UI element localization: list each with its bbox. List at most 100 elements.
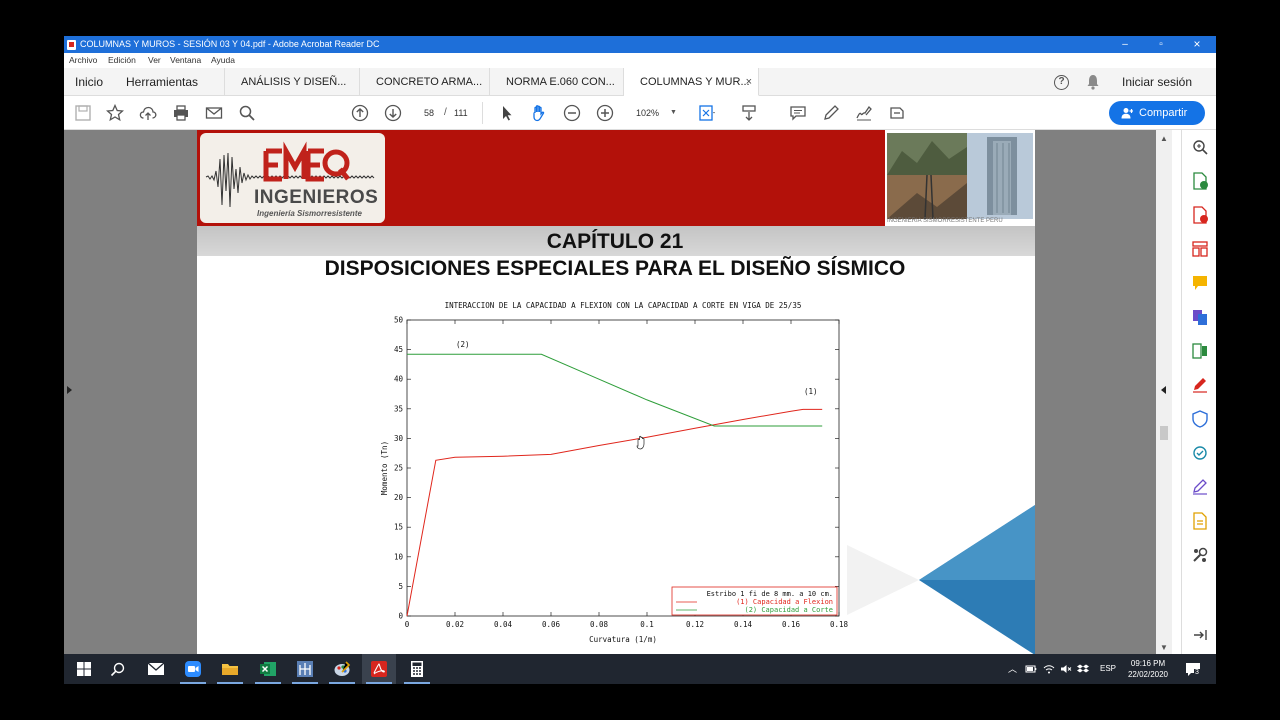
- tab-document-active[interactable]: COLUMNAS Y MUR... ×: [624, 68, 759, 96]
- tab-home[interactable]: Inicio: [75, 68, 103, 96]
- sign-request-icon[interactable]: [1191, 478, 1209, 496]
- tab-close-icon[interactable]: ×: [746, 68, 752, 95]
- tab-document[interactable]: ANÁLISIS Y DISEÑ...: [224, 68, 360, 96]
- clock-date: 22/02/2020: [1127, 670, 1169, 679]
- file-explorer-icon[interactable]: [221, 660, 239, 678]
- windows-start-icon[interactable]: [75, 660, 93, 678]
- save-icon[interactable]: [74, 104, 92, 122]
- series-line-flexion: [406, 408, 823, 617]
- zoom-in-icon[interactable]: [596, 104, 614, 122]
- zoom-app-icon[interactable]: [184, 660, 202, 678]
- excel-icon[interactable]: [259, 660, 277, 678]
- calculator-icon[interactable]: [408, 660, 426, 678]
- search-icon[interactable]: [238, 104, 256, 122]
- fill-sign-icon[interactable]: [1191, 376, 1209, 394]
- acrobat-window: COLUMNAS Y MUROS - SESIÓN 03 Y 04.pdf - …: [64, 36, 1216, 684]
- paint-app-icon[interactable]: [333, 660, 351, 678]
- star-icon[interactable]: [106, 104, 124, 122]
- menu-archivo[interactable]: Archivo: [69, 55, 97, 65]
- sap2000-icon[interactable]: [296, 660, 314, 678]
- previous-page-icon[interactable]: [351, 104, 369, 122]
- combine-files-icon[interactable]: [1191, 308, 1209, 326]
- volume-muted-icon[interactable]: [1060, 663, 1072, 675]
- more-tools-icon[interactable]: [1191, 546, 1209, 564]
- send-for-review-icon[interactable]: [1191, 444, 1209, 462]
- battery-icon[interactable]: [1025, 663, 1037, 675]
- vertical-scrollbar[interactable]: ▲ ▼: [1156, 130, 1172, 654]
- menu-ayuda[interactable]: Ayuda: [211, 55, 235, 65]
- collapse-right-panel-icon[interactable]: [1161, 386, 1166, 394]
- active-app-indicator: [366, 682, 392, 684]
- header-photo: INGENIERIA SISMORRESISTENTE PERU: [885, 130, 1035, 226]
- tray-chevron-up-icon[interactable]: ︿: [1008, 654, 1017, 684]
- menu-edicion[interactable]: Edición: [108, 55, 136, 65]
- prepare-form-icon[interactable]: [1191, 512, 1209, 530]
- menu-bar: Archivo Edición Ver Ventana Ayuda: [64, 53, 1216, 68]
- print-icon[interactable]: [172, 104, 190, 122]
- scroll-up-icon[interactable]: ▲: [1160, 134, 1168, 143]
- zoom-search-icon[interactable]: [1191, 138, 1209, 156]
- next-page-icon[interactable]: [384, 104, 402, 122]
- scroll-mode-icon[interactable]: [740, 104, 758, 122]
- page-number-input[interactable]: 58: [415, 105, 443, 121]
- annotation-series-2: (2): [456, 340, 470, 349]
- bell-icon[interactable]: [1086, 74, 1100, 90]
- maximize-button[interactable]: ▫: [1144, 36, 1178, 53]
- chapter-subtitle: DISPOSICIONES ESPECIALES PARA EL DISEÑO …: [324, 257, 906, 280]
- y-tick-label: 30: [394, 434, 404, 443]
- menu-ventana[interactable]: Ventana: [170, 55, 201, 65]
- collapse-panel-icon[interactable]: [1191, 626, 1209, 644]
- organize-pages-icon[interactable]: [1191, 342, 1209, 360]
- y-tick-label: 20: [394, 493, 404, 502]
- wifi-icon[interactable]: [1043, 663, 1055, 675]
- photo-caption: INGENIERIA SISMORRESISTENTE PERU: [887, 218, 1003, 224]
- y-tick-label: 40: [394, 375, 404, 384]
- scroll-down-icon[interactable]: ▼: [1160, 643, 1168, 652]
- edit-pdf-icon[interactable]: [1191, 240, 1209, 258]
- x-tick-label: 0.04: [494, 620, 513, 629]
- signin-link[interactable]: Iniciar sesión: [1122, 68, 1192, 96]
- tab-document[interactable]: NORMA E.060 CON...: [490, 68, 624, 96]
- chapter-heading: CAPÍTULO 21: [546, 230, 684, 253]
- chart-title: INTERACCION DE LA CAPACIDAD A FLEXION CO…: [445, 301, 802, 310]
- mail-app-icon[interactable]: [147, 660, 165, 678]
- zoom-out-icon[interactable]: [563, 104, 581, 122]
- system-clock[interactable]: 09:16 PM 22/02/2020: [1122, 658, 1174, 680]
- acrobat-taskbar-button[interactable]: [362, 654, 396, 684]
- tab-document[interactable]: CONCRETO ARMA...: [360, 68, 490, 96]
- email-icon[interactable]: [205, 104, 223, 122]
- create-pdf-icon[interactable]: [1191, 206, 1209, 224]
- scroll-thumb[interactable]: [1160, 426, 1168, 440]
- protect-shield-icon[interactable]: [1191, 410, 1209, 428]
- toolbar-divider: [482, 102, 483, 124]
- select-cursor-icon[interactable]: [498, 104, 516, 122]
- acrobat-app-icon: [67, 40, 76, 50]
- expand-left-panel-icon[interactable]: [67, 386, 72, 394]
- legend-entry-flexion: (1) Capacidad a Flexion: [736, 598, 833, 606]
- export-pdf-icon[interactable]: [1191, 172, 1209, 190]
- tab-tools[interactable]: Herramientas: [126, 68, 198, 96]
- redact-icon[interactable]: [888, 104, 906, 122]
- tab-label: NORMA E.060 CON...: [506, 76, 615, 88]
- menu-ver[interactable]: Ver: [148, 55, 161, 65]
- tab-label: ANÁLISIS Y DISEÑ...: [241, 76, 347, 88]
- sign-icon[interactable]: [855, 104, 873, 122]
- hand-tool-icon[interactable]: [530, 104, 548, 122]
- dropbox-icon[interactable]: [1077, 663, 1089, 675]
- cloud-upload-icon[interactable]: [139, 104, 157, 122]
- fit-page-icon[interactable]: [698, 104, 716, 122]
- comment-tool-icon[interactable]: [1191, 274, 1209, 292]
- minimize-button[interactable]: –: [1108, 36, 1142, 53]
- company-logo: INGENIEROS Ingeniería Sismorresistente: [200, 133, 385, 223]
- window-title: COLUMNAS Y MUROS - SESIÓN 03 Y 04.pdf - …: [80, 39, 380, 49]
- x-tick-label: 0.06: [542, 620, 561, 629]
- share-button[interactable]: Compartir: [1109, 101, 1205, 125]
- close-window-button[interactable]: ×: [1180, 36, 1214, 53]
- search-taskbar-icon[interactable]: [109, 660, 127, 678]
- comment-icon[interactable]: [789, 104, 807, 122]
- pen-icon[interactable]: [822, 104, 840, 122]
- language-indicator[interactable]: ESP: [1100, 654, 1116, 684]
- help-icon[interactable]: ?: [1054, 75, 1069, 90]
- y-tick-label: 0: [398, 612, 403, 621]
- legend-entry-corte: (2) Capacidad a Corte: [744, 606, 833, 614]
